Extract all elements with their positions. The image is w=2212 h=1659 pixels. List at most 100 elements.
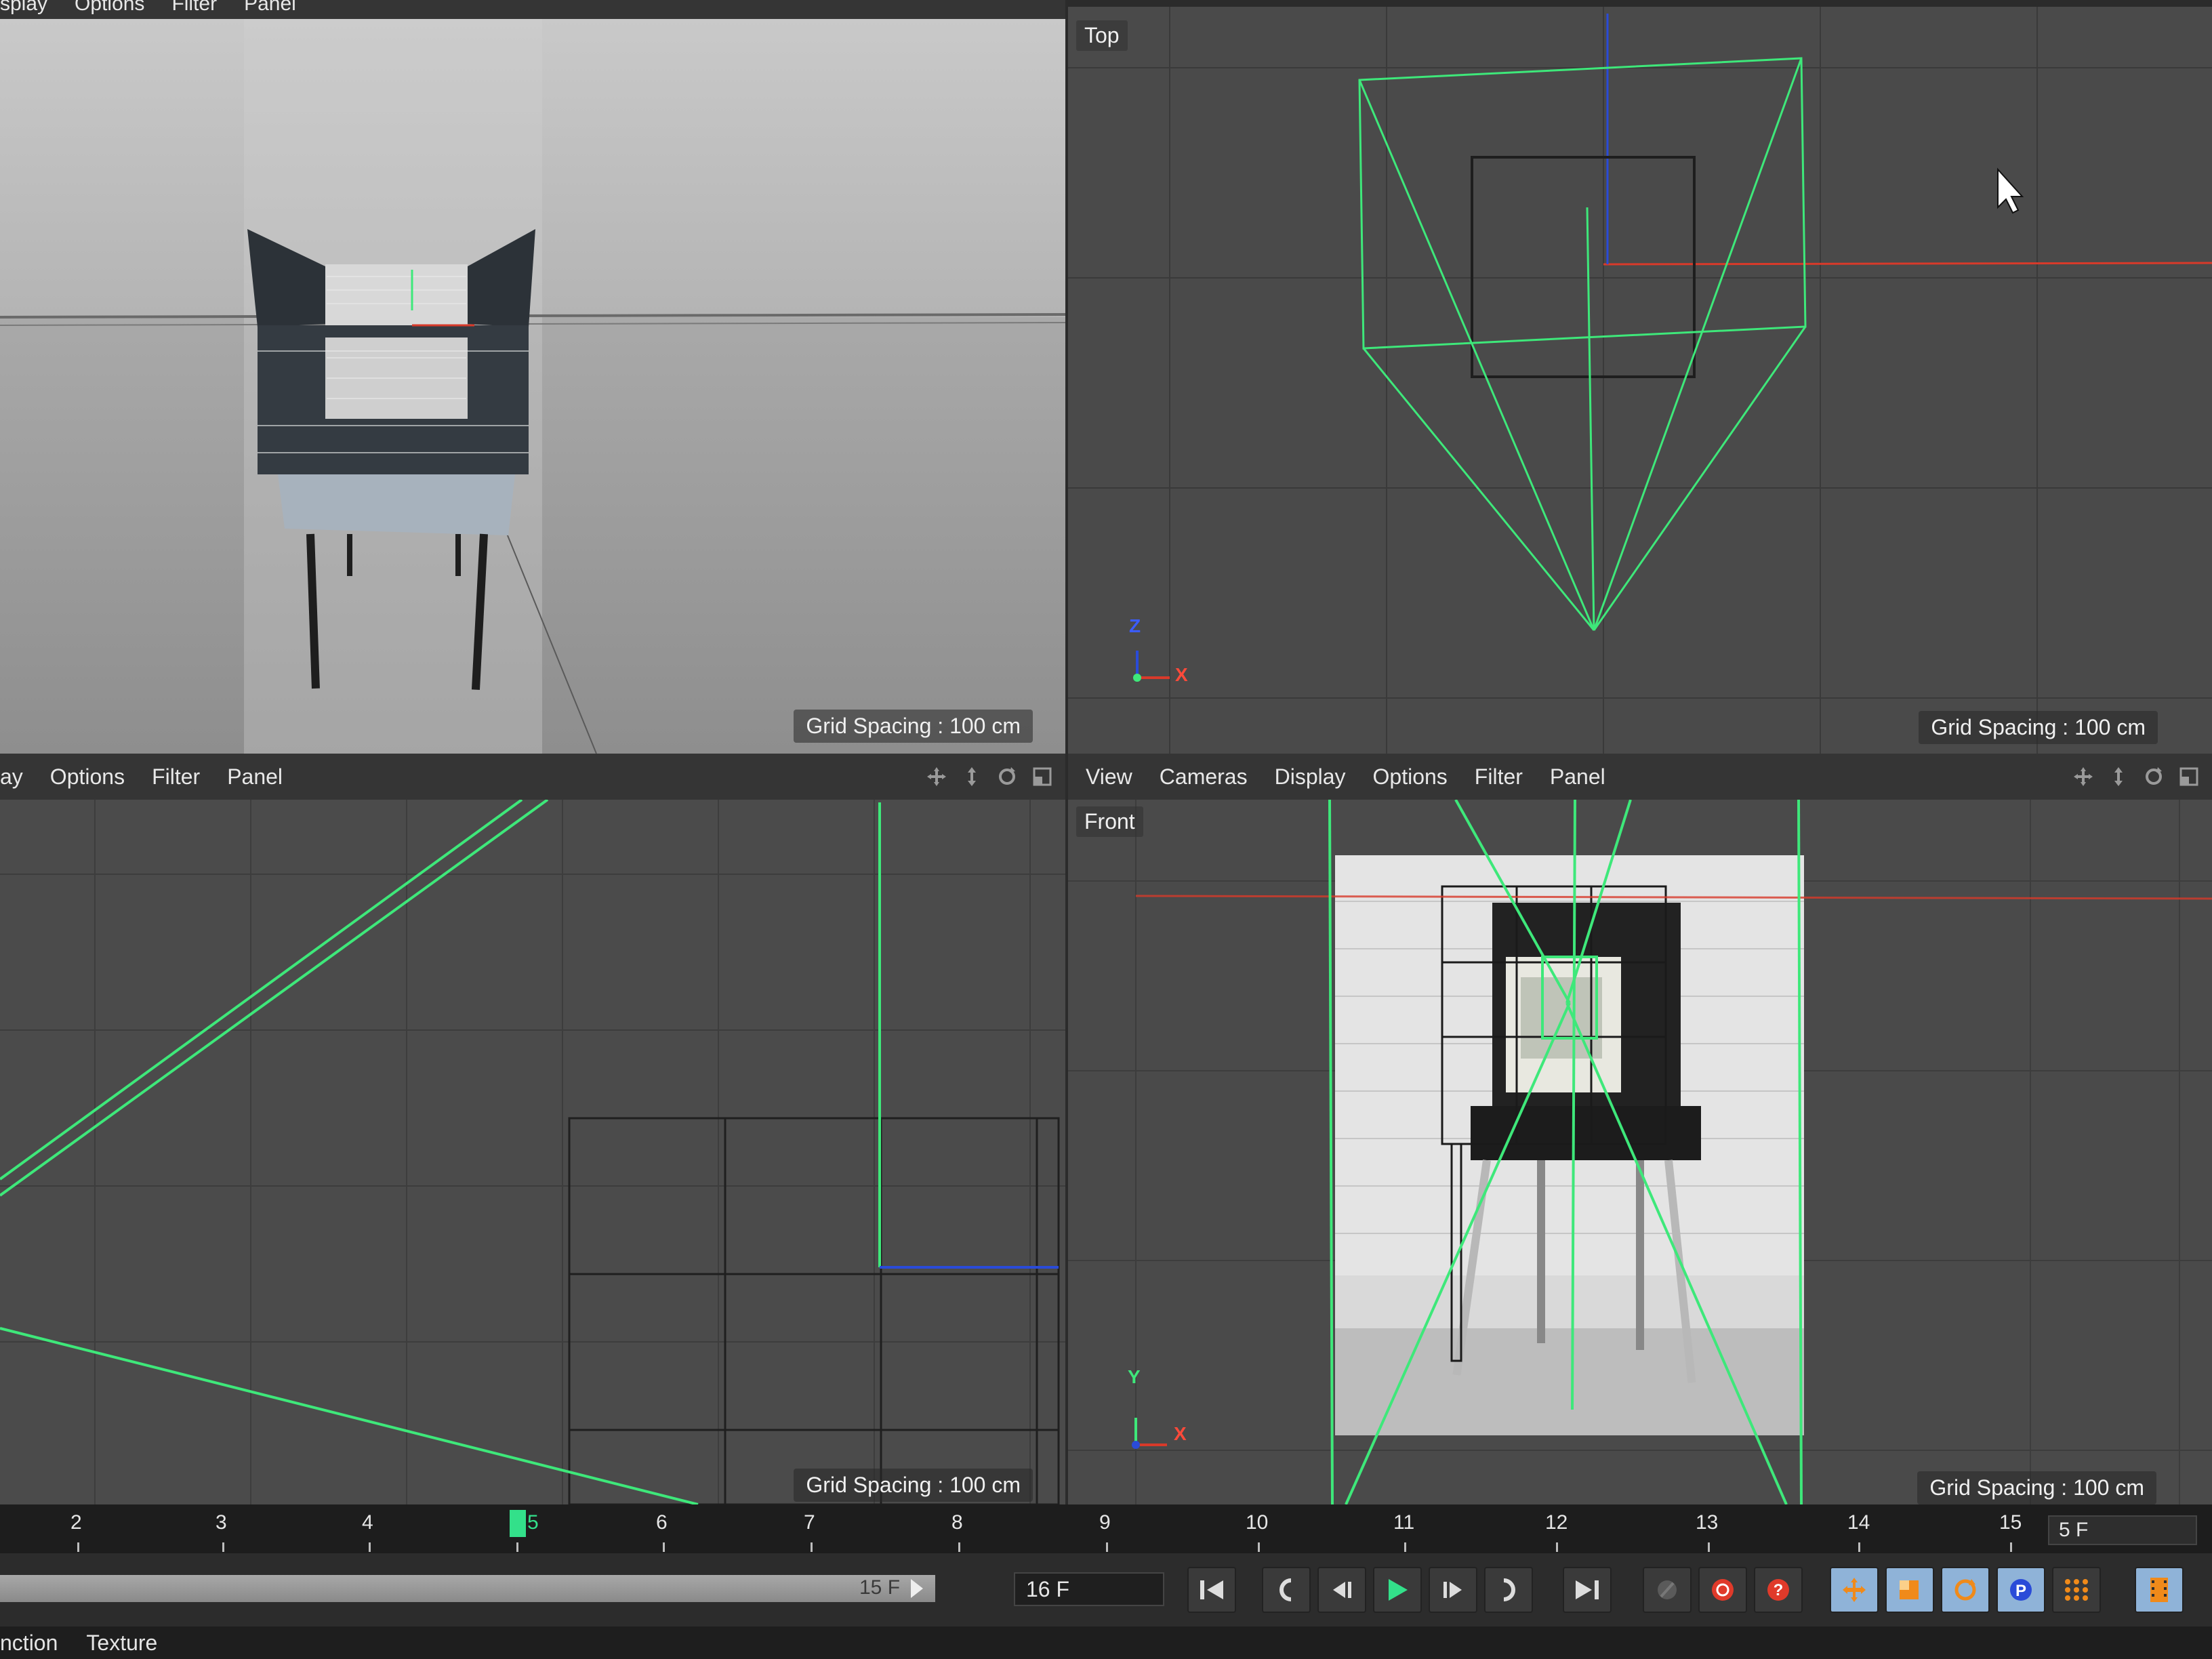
- points-grid-icon: [2065, 1579, 2088, 1601]
- tab-texture[interactable]: Texture: [86, 1631, 157, 1656]
- play-forward-button[interactable]: [1373, 1567, 1422, 1613]
- preview-range-end-field[interactable]: 5 F: [2048, 1515, 2197, 1545]
- next-frame-icon: [1443, 1582, 1462, 1598]
- perspective-scene[interactable]: Grid Spacing : 100 cm: [0, 19, 1065, 754]
- current-frame-marker: 5: [527, 1511, 539, 1534]
- frame-tick: [77, 1542, 79, 1552]
- move-view-icon[interactable]: [2071, 764, 2095, 789]
- frame-tick: [663, 1542, 665, 1552]
- svg-text:?: ?: [1774, 1581, 1784, 1599]
- previous-frame-icon: [1333, 1582, 1351, 1598]
- scale-icon: [1900, 1580, 1919, 1599]
- frame-tick: [958, 1542, 960, 1552]
- viewport-side[interactable]: ay Options Filter Panel Grid Spacing: 1…: [0, 754, 1065, 1504]
- frame-tick: [811, 1542, 813, 1552]
- zoom-view-icon[interactable]: [2106, 764, 2131, 789]
- key-rotation-button[interactable]: [1941, 1567, 1990, 1613]
- frame-tick: [1708, 1542, 1710, 1552]
- frame-tick: [1106, 1542, 1108, 1552]
- frame-number: 9: [1099, 1511, 1111, 1534]
- side-scene[interactable]: Grid Spacing : 100 cm: [0, 800, 1065, 1504]
- viewport-front[interactable]: View Cameras Display Options Filter Pane…: [1068, 754, 2212, 1504]
- frame-number: 4: [362, 1511, 373, 1534]
- previous-key-button[interactable]: [1262, 1567, 1311, 1613]
- front-scene-drawing: [1068, 800, 2212, 1504]
- next-key-icon: [1503, 1578, 1515, 1601]
- timeline-playhead[interactable]: [510, 1510, 526, 1537]
- tab-function[interactable]: nction: [0, 1631, 58, 1656]
- frame-number: 2: [70, 1511, 82, 1534]
- toggle-panel-icon[interactable]: [2177, 764, 2201, 789]
- menu-cameras[interactable]: Cameras: [1160, 764, 1248, 790]
- range-arrow-icon[interactable]: [911, 1579, 923, 1598]
- question-icon: ?: [1767, 1579, 1789, 1601]
- viewport-menubar: View Cameras Display Options Filter Pane…: [1068, 754, 2212, 801]
- preview-range-label: 15 F: [859, 1576, 901, 1599]
- grid-spacing-label: Grid Spacing : 100 cm: [1919, 711, 2158, 744]
- view-name-label: Top: [1076, 20, 1128, 51]
- frame-tick: [2010, 1542, 2012, 1552]
- frame-number: 12: [1545, 1511, 1568, 1534]
- grid-spacing-label: Grid Spacing : 100 cm: [794, 1469, 1033, 1502]
- side-scene-drawing: [0, 800, 1065, 1504]
- previous-frame-button[interactable]: [1317, 1567, 1366, 1613]
- rotate-view-icon[interactable]: [2142, 764, 2166, 789]
- menu-filter[interactable]: Filter: [1475, 764, 1523, 790]
- mouse-cursor-icon: [1997, 167, 2024, 214]
- frame-number: 13: [1696, 1511, 1719, 1534]
- menu-options[interactable]: Options: [1373, 764, 1448, 790]
- autokey-help-button[interactable]: ?: [1754, 1567, 1803, 1613]
- move-view-icon[interactable]: [924, 764, 949, 789]
- next-frame-button[interactable]: [1429, 1567, 1477, 1613]
- axis-x-label: X: [1174, 1423, 1187, 1444]
- record-active-objects-button[interactable]: [1698, 1567, 1747, 1613]
- record-icon: [1712, 1579, 1734, 1601]
- frame-number: 14: [1847, 1511, 1870, 1534]
- transport-bar: 15 F 16 F ? P: [0, 1553, 2212, 1626]
- menu-display[interactable]: splay: [0, 0, 47, 16]
- rotate-view-icon[interactable]: [995, 764, 1019, 789]
- axis-z-label: Z: [1129, 615, 1141, 636]
- menu-options[interactable]: Options: [50, 764, 125, 790]
- menu-view[interactable]: View: [1086, 764, 1132, 790]
- menu-display[interactable]: ay: [0, 764, 23, 790]
- view-name-label: Front: [1076, 806, 1143, 837]
- key-scale-button[interactable]: [1885, 1567, 1934, 1613]
- go-to-end-button[interactable]: [1563, 1567, 1612, 1613]
- frame-tick: [369, 1542, 371, 1552]
- timeline-window-button[interactable]: [2135, 1567, 2184, 1613]
- viewport-perspective[interactable]: splay Options Filter Panel Grid Spacing …: [0, 0, 1065, 754]
- viewport-menubar: splay Options Filter Panel: [0, 0, 1065, 20]
- key-disabled-icon: [1658, 1580, 1677, 1599]
- go-to-start-icon: [1200, 1580, 1223, 1599]
- axis-y-label: Y: [1128, 1366, 1141, 1387]
- autokey-button[interactable]: [1643, 1567, 1692, 1613]
- preview-range-slider[interactable]: [0, 1575, 935, 1602]
- front-scene[interactable]: Front Y X Grid Spacing : 100 cm: [1068, 800, 2212, 1504]
- menu-filter[interactable]: Filter: [152, 764, 200, 790]
- timeline-ruler[interactable]: 2 3 4 6 7 8 9 10 11 12 13 14 15 5 5 F: [0, 1504, 2212, 1553]
- toggle-panel-icon[interactable]: [1030, 764, 1054, 789]
- key-parameter-button[interactable]: P: [1996, 1567, 2045, 1613]
- menu-filter[interactable]: Filter: [171, 0, 217, 16]
- menu-panel[interactable]: Panel: [1550, 764, 1605, 790]
- frame-number: 11: [1393, 1511, 1415, 1534]
- top-scene[interactable]: Top Z X Grid Spacing : 100 cm: [1068, 7, 2212, 754]
- current-frame-field[interactable]: 16 F: [1014, 1572, 1164, 1606]
- key-position-button[interactable]: [1830, 1567, 1879, 1613]
- go-to-end-icon: [1576, 1580, 1599, 1599]
- menu-panel[interactable]: Panel: [244, 0, 296, 16]
- menu-panel[interactable]: Panel: [227, 764, 283, 790]
- next-key-button[interactable]: [1484, 1567, 1533, 1613]
- zoom-view-icon[interactable]: [960, 764, 984, 789]
- perspective-scene-drawing: [0, 19, 1065, 754]
- viewport-top[interactable]: Top Z X Grid Spacing : 100 cm: [1068, 0, 2212, 754]
- go-to-start-button[interactable]: [1187, 1567, 1236, 1613]
- top-scene-drawing: [1068, 7, 2212, 754]
- rotate-icon: [1954, 1579, 1976, 1601]
- menu-display[interactable]: Display: [1275, 764, 1346, 790]
- key-point-level-button[interactable]: [2052, 1567, 2101, 1613]
- menu-options[interactable]: Options: [75, 0, 144, 16]
- frame-number: 3: [216, 1511, 227, 1534]
- svg-text:P: P: [2015, 1582, 2026, 1600]
